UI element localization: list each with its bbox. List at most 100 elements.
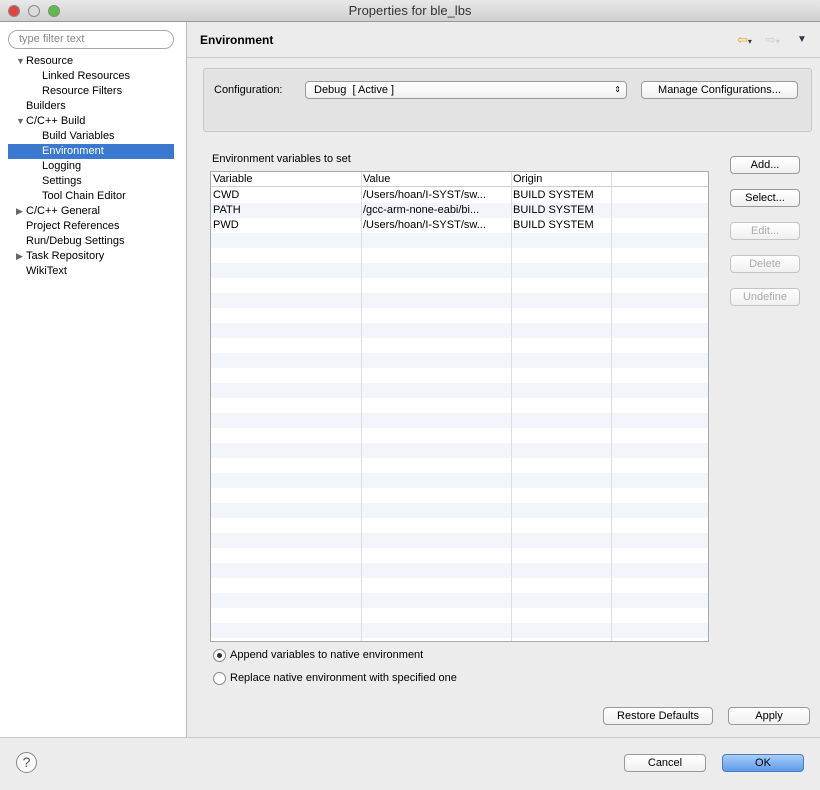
origin-cell: BUILD SYSTEM bbox=[513, 189, 594, 201]
sidebar-item-resource-filters[interactable]: Resource Filters bbox=[0, 84, 174, 99]
sidebar-item-label: C/C++ Build bbox=[26, 115, 86, 127]
configuration-value: Debug [ Active ] bbox=[314, 84, 395, 96]
sidebar-item-label: Builders bbox=[26, 100, 66, 112]
sidebar-item-environment[interactable]: Environment bbox=[8, 144, 174, 159]
column-divider bbox=[361, 172, 362, 641]
cancel-button[interactable]: Cancel bbox=[624, 754, 706, 772]
row-stripe bbox=[211, 518, 708, 533]
view-menu-icon[interactable]: ▼ bbox=[797, 34, 807, 45]
sidebar-item-label: Task Repository bbox=[26, 250, 105, 262]
delete-button[interactable]: Delete bbox=[730, 255, 800, 273]
row-stripe bbox=[211, 323, 708, 338]
configuration-group: Configuration: Debug [ Active ] ⇕ Manage… bbox=[203, 68, 812, 132]
sidebar-item-label: Tool Chain Editor bbox=[42, 190, 126, 202]
dialog-footer: ? Cancel OK bbox=[0, 737, 820, 790]
sidebar-item-project-references[interactable]: Project References bbox=[0, 219, 174, 234]
variable-cell: CWD bbox=[213, 189, 240, 201]
expanded-twisty-icon[interactable]: ▼ bbox=[16, 54, 25, 69]
variable-cell: PWD bbox=[213, 219, 239, 231]
table-row[interactable]: CWD/Users/hoan/I-SYST/sw... BUILD SYSTEM bbox=[211, 188, 708, 203]
row-stripe bbox=[211, 503, 708, 518]
row-stripe bbox=[211, 488, 708, 503]
row-stripe bbox=[211, 533, 708, 548]
filter-input[interactable]: type filter text bbox=[8, 30, 174, 49]
column-divider bbox=[511, 172, 512, 641]
help-icon[interactable]: ? bbox=[16, 752, 37, 773]
value-cell: /Users/hoan/I-SYST/sw... bbox=[363, 219, 486, 231]
column-header-value[interactable]: Value bbox=[361, 172, 511, 187]
column-divider bbox=[611, 172, 612, 641]
sidebar-item-c-c-build[interactable]: ▼ C/C++ Build bbox=[0, 114, 174, 129]
sidebar-item-wikitext[interactable]: WikiText bbox=[0, 264, 174, 279]
table-row[interactable]: PWD/Users/hoan/I-SYST/sw... BUILD SYSTEM bbox=[211, 218, 708, 233]
env-variables-table[interactable]: Variable Value Origin CWD/Users/hoan/I-S… bbox=[210, 171, 709, 642]
collapsed-twisty-icon[interactable]: ▶ bbox=[16, 204, 23, 219]
sidebar-item-logging[interactable]: Logging bbox=[0, 159, 174, 174]
configuration-label: Configuration: bbox=[214, 84, 283, 96]
back-arrow-icon[interactable]: ⇦▾ bbox=[737, 32, 752, 48]
row-stripe bbox=[211, 428, 708, 443]
row-stripe bbox=[211, 293, 708, 308]
replace-label: Replace native environment with specifie… bbox=[230, 672, 457, 684]
table-row[interactable]: PATH/gcc-arm-none-eabi/bi... BUILD SYSTEM bbox=[211, 203, 708, 218]
row-stripe bbox=[211, 578, 708, 593]
row-stripe bbox=[211, 233, 708, 248]
sidebar-item-run-debug-settings[interactable]: Run/Debug Settings bbox=[0, 234, 174, 249]
select-button[interactable]: Select... bbox=[730, 189, 800, 207]
configuration-select[interactable]: Debug [ Active ] ⇕ bbox=[305, 81, 627, 99]
sidebar-item-build-variables[interactable]: Build Variables bbox=[0, 129, 174, 144]
title-bar: Properties for ble_lbs bbox=[0, 0, 820, 22]
row-stripe bbox=[211, 398, 708, 413]
sidebar-item-resource[interactable]: ▼ Resource bbox=[0, 54, 174, 69]
replace-radio[interactable] bbox=[213, 672, 226, 685]
sidebar-item-settings[interactable]: Settings bbox=[0, 174, 174, 189]
sidebar-item-label: Settings bbox=[42, 175, 82, 187]
variable-cell: PATH bbox=[213, 204, 241, 216]
sidebar-item-label: Resource Filters bbox=[42, 85, 123, 97]
sidebar-item-tool-chain-editor[interactable]: Tool Chain Editor bbox=[0, 189, 174, 204]
expanded-twisty-icon[interactable]: ▼ bbox=[16, 114, 25, 129]
forward-arrow-icon[interactable]: ⇨▾ bbox=[765, 32, 780, 48]
column-header-origin[interactable]: Origin bbox=[511, 172, 611, 187]
row-stripe bbox=[211, 638, 708, 641]
value-cell: /Users/hoan/I-SYST/sw... bbox=[363, 189, 486, 201]
row-stripe bbox=[211, 608, 708, 623]
sidebar-item-label: Linked Resources bbox=[42, 70, 131, 82]
column-header-variable[interactable]: Variable bbox=[211, 172, 361, 187]
minimize-window-button[interactable] bbox=[28, 5, 40, 17]
append-radio[interactable] bbox=[213, 649, 226, 662]
restore-defaults-button[interactable]: Restore Defaults bbox=[603, 707, 713, 725]
row-stripe bbox=[211, 548, 708, 563]
add-button[interactable]: Add... bbox=[730, 156, 800, 174]
collapsed-twisty-icon[interactable]: ▶ bbox=[16, 249, 23, 264]
row-stripe bbox=[211, 278, 708, 293]
row-stripe bbox=[211, 368, 708, 383]
undefine-button[interactable]: Undefine bbox=[730, 288, 800, 306]
sidebar-item-label: Resource bbox=[26, 55, 74, 67]
sidebar: type filter text ▼ Resource Linked Resourc… bbox=[0, 22, 187, 737]
edit-button[interactable]: Edit... bbox=[730, 222, 800, 240]
zoom-window-button[interactable] bbox=[48, 5, 60, 17]
sidebar-item-task-repository[interactable]: ▶ Task Repository bbox=[0, 249, 174, 264]
apply-button[interactable]: Apply bbox=[728, 707, 810, 725]
page-title: Environment bbox=[200, 33, 274, 47]
sidebar-item-label: Project References bbox=[26, 220, 120, 232]
close-window-button[interactable] bbox=[8, 5, 20, 17]
row-stripe bbox=[211, 443, 708, 458]
page-header: Environment ⇦▾ ⇨▾ ▼ bbox=[187, 22, 820, 58]
sidebar-item-linked-resources[interactable]: Linked Resources bbox=[0, 69, 174, 84]
manage-configurations-button[interactable]: Manage Configurations... bbox=[641, 81, 798, 99]
row-stripe bbox=[211, 338, 708, 353]
append-label: Append variables to native environment bbox=[230, 649, 424, 661]
sidebar-item-builders[interactable]: Builders bbox=[0, 99, 174, 114]
ok-button[interactable]: OK bbox=[722, 754, 804, 772]
row-stripe bbox=[211, 473, 708, 488]
sidebar-item-c-c-general[interactable]: ▶ C/C++ General bbox=[0, 204, 174, 219]
window-title: Properties for ble_lbs bbox=[348, 3, 472, 18]
sidebar-item-label: Build Variables bbox=[42, 130, 115, 142]
value-cell: /gcc-arm-none-eabi/bi... bbox=[363, 204, 480, 216]
sidebar-item-label: WikiText bbox=[26, 265, 67, 277]
row-stripe bbox=[211, 263, 708, 278]
row-stripe bbox=[211, 458, 708, 473]
row-stripe bbox=[211, 353, 708, 368]
